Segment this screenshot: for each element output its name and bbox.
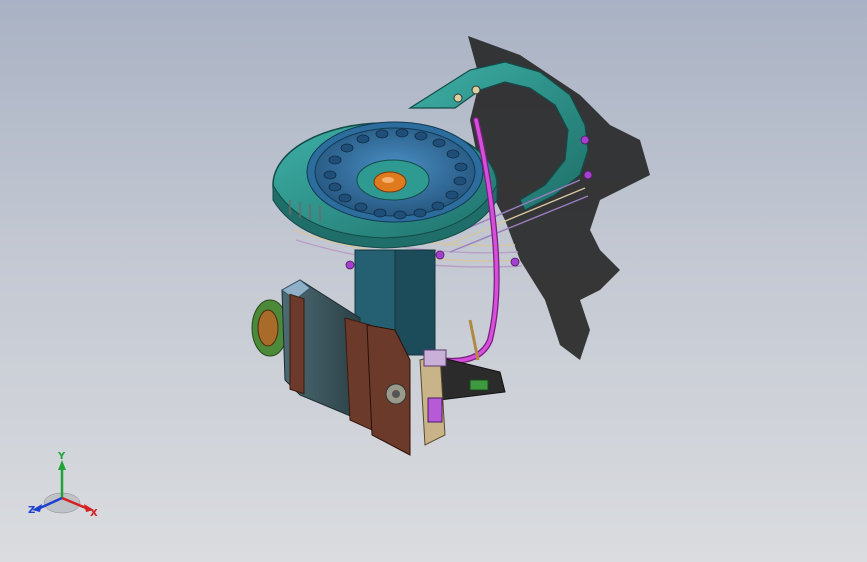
bracket-screw-1 bbox=[453, 93, 463, 103]
axis-triad: Y X Z bbox=[28, 451, 98, 519]
3d-model-render[interactable] bbox=[0, 0, 867, 562]
cad-viewport[interactable]: Y X Z bbox=[0, 0, 867, 562]
bracket-screw-2 bbox=[471, 85, 481, 95]
x-axis-label: X bbox=[90, 508, 98, 519]
y-axis-label: Y bbox=[57, 451, 66, 462]
sample-carousel bbox=[306, 121, 484, 223]
z-axis-label: Z bbox=[28, 505, 35, 516]
